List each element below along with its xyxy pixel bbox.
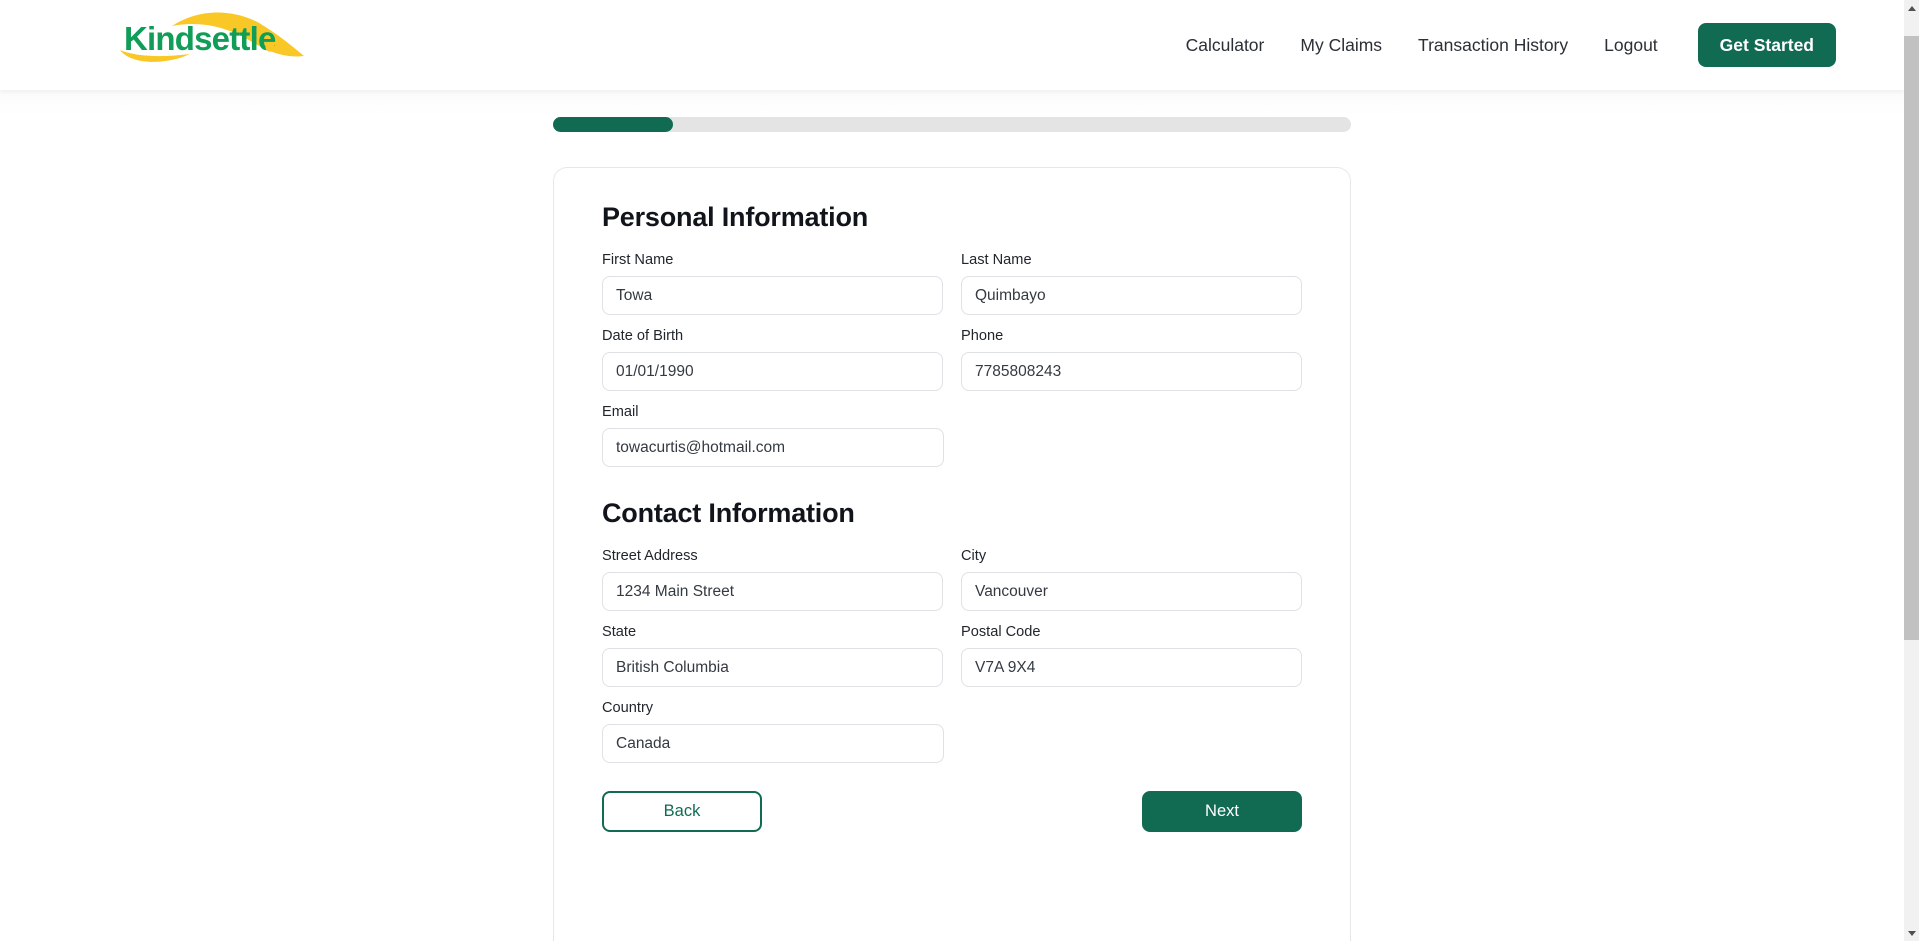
vertical-scrollbar[interactable] xyxy=(1904,0,1919,941)
next-button[interactable]: Next xyxy=(1142,791,1302,832)
postal-code-input[interactable] xyxy=(961,648,1302,687)
field-date-of-birth: Date of Birth xyxy=(602,327,943,391)
page-content: Personal Information First Name Last Nam… xyxy=(0,90,1904,941)
get-started-button[interactable]: Get Started xyxy=(1697,23,1836,67)
nav-link-calculator[interactable]: Calculator xyxy=(1168,0,1283,90)
main-navigation: Calculator My Claims Transaction History… xyxy=(1168,0,1836,90)
city-label: City xyxy=(961,548,987,564)
nav-link-my-claims[interactable]: My Claims xyxy=(1282,0,1400,90)
personal-information-heading: Personal Information xyxy=(602,202,869,232)
scrollbar-thumb[interactable] xyxy=(1904,36,1919,640)
nav-link-logout[interactable]: Logout xyxy=(1586,0,1676,90)
last-name-label: Last Name xyxy=(961,252,1032,268)
form-row-address-city: Street Address City xyxy=(602,547,1302,611)
phone-input[interactable] xyxy=(961,352,1302,391)
street-address-input[interactable] xyxy=(602,572,943,611)
field-country: Country xyxy=(602,699,944,763)
date-of-birth-input[interactable] xyxy=(602,352,943,391)
email-label: Email xyxy=(602,404,639,420)
form-actions: Back Next xyxy=(602,791,1302,832)
city-input[interactable] xyxy=(961,572,1302,611)
field-first-name: First Name xyxy=(602,251,943,315)
state-label: State xyxy=(602,624,637,640)
country-label: Country xyxy=(602,700,654,716)
last-name-input[interactable] xyxy=(961,276,1302,315)
caret-up-icon[interactable] xyxy=(1904,0,1919,16)
postal-code-label: Postal Code xyxy=(961,624,1041,640)
field-state: State xyxy=(602,623,943,687)
field-street-address: Street Address xyxy=(602,547,943,611)
state-input[interactable] xyxy=(602,648,943,687)
nav-link-transaction-history[interactable]: Transaction History xyxy=(1400,0,1586,90)
form-row-state-postal: State Postal Code xyxy=(602,623,1302,687)
brand-logo[interactable]: Kindsettle xyxy=(112,8,317,70)
site-header: Kindsettle Calculator My Claims Transact… xyxy=(0,0,1904,90)
first-name-input[interactable] xyxy=(602,276,943,315)
field-postal-code: Postal Code xyxy=(961,623,1302,687)
back-button[interactable]: Back xyxy=(602,791,762,832)
svg-text:Kindsettle: Kindsettle xyxy=(124,20,276,57)
caret-down-icon[interactable] xyxy=(1904,925,1919,941)
date-of-birth-label: Date of Birth xyxy=(602,328,684,344)
form-progress-fill xyxy=(553,117,673,132)
email-input[interactable] xyxy=(602,428,944,467)
form-row-country: Country xyxy=(602,699,1302,763)
field-phone: Phone xyxy=(961,327,1302,391)
country-input[interactable] xyxy=(602,724,944,763)
field-email: Email xyxy=(602,403,944,467)
form-progress-bar xyxy=(553,117,1351,132)
form-row-dob-phone: Date of Birth Phone xyxy=(602,327,1302,391)
onboarding-form-card: Personal Information First Name Last Nam… xyxy=(553,167,1351,941)
first-name-label: First Name xyxy=(602,252,674,268)
field-city: City xyxy=(961,547,1302,611)
field-last-name: Last Name xyxy=(961,251,1302,315)
contact-information-heading: Contact Information xyxy=(602,498,855,528)
form-row-name: First Name Last Name xyxy=(602,251,1302,315)
kindsettle-logo-icon: Kindsettle xyxy=(120,12,304,62)
form-row-email: Email xyxy=(602,403,1302,467)
phone-label: Phone xyxy=(961,328,1004,344)
street-address-label: Street Address xyxy=(602,548,698,564)
